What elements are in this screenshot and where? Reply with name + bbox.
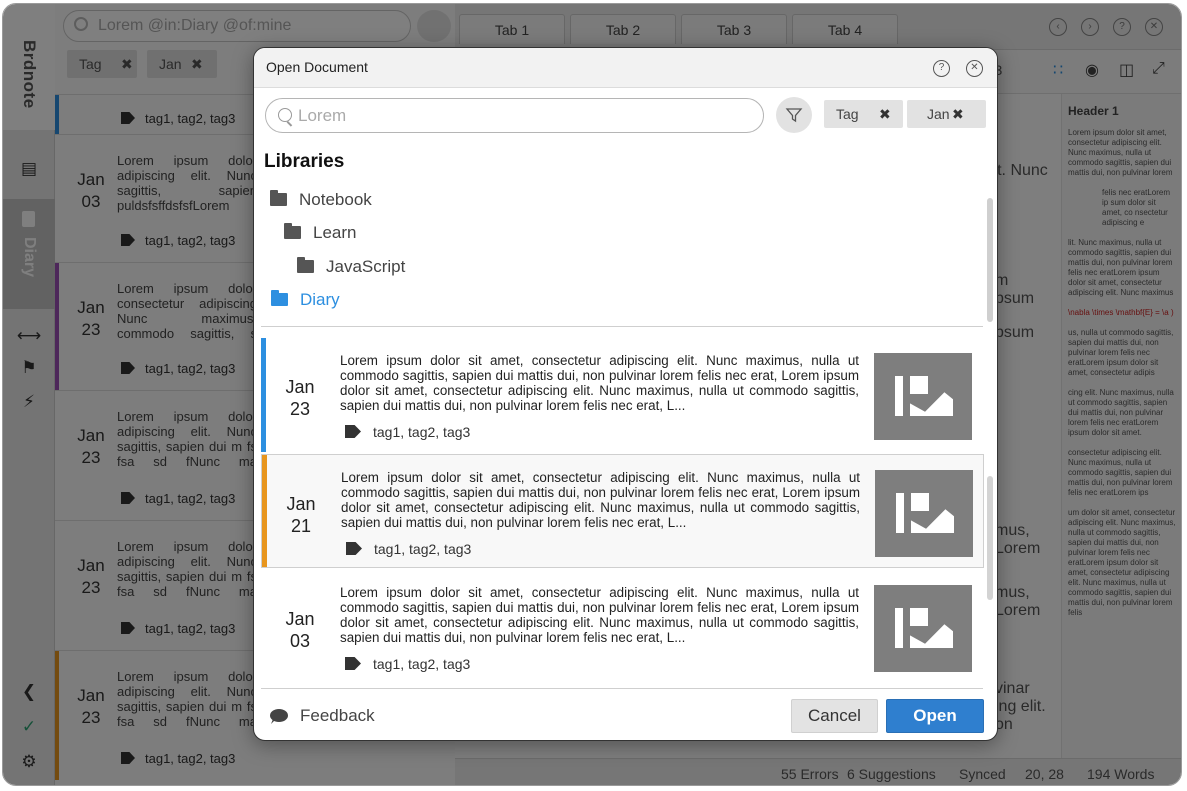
open-button[interactable]: Open — [886, 699, 984, 733]
tree-item-label: JavaScript — [326, 257, 406, 276]
document-list: Jan 23 Lorem ipsum dolor sit amet, consec… — [261, 338, 989, 688]
document-date: Jan 03 — [279, 608, 321, 652]
tree-item-diary[interactable]: Diary — [271, 290, 340, 310]
document-color-bar — [261, 338, 266, 452]
folder-icon — [271, 290, 288, 306]
filter-chip-tag[interactable]: Tag ✖ — [824, 100, 903, 128]
tree-item-label: Diary — [300, 290, 340, 309]
dialog-title: Open Document — [266, 59, 368, 75]
document-tags-text: tag1, tag2, tag3 — [373, 424, 471, 440]
library-scrollbar[interactable] — [987, 198, 993, 322]
chip-label: Tag — [836, 106, 859, 122]
feedback-label: Feedback — [300, 706, 375, 725]
document-tags: tag1, tag2, tag3 — [346, 541, 471, 557]
tag-icon — [346, 542, 362, 555]
filter-button[interactable] — [776, 97, 812, 133]
image-placeholder-icon — [874, 585, 972, 672]
document-day: 21 — [290, 516, 312, 536]
open-document-dialog: Open Document ? ✕ Tag ✖ Jan ✖ Libraries … — [253, 47, 998, 741]
document-month: Jan — [285, 609, 315, 629]
document-search-input[interactable] — [298, 105, 738, 127]
chip-remove-icon[interactable]: ✖ — [952, 100, 964, 128]
dialog-header: Open Document ? ✕ — [254, 48, 997, 88]
folder-icon — [297, 257, 314, 273]
document-search-field — [265, 98, 764, 133]
document-excerpt: Lorem ipsum dolor sit amet, consectetur … — [340, 585, 859, 645]
document-item[interactable]: Jan 03 Lorem ipsum dolor sit amet, consec… — [261, 570, 984, 684]
tree-item-notebook[interactable]: Notebook — [270, 190, 372, 210]
document-month: Jan — [286, 494, 316, 514]
tree-item-javascript[interactable]: JavaScript — [297, 257, 405, 277]
document-date: Jan 23 — [279, 376, 321, 420]
chip-label: Jan — [927, 106, 950, 122]
tag-icon — [345, 657, 361, 670]
document-tags: tag1, tag2, tag3 — [345, 656, 470, 672]
document-tags-text: tag1, tag2, tag3 — [374, 541, 472, 557]
document-excerpt: Lorem ipsum dolor sit amet, consectetur … — [340, 353, 859, 413]
chip-remove-icon[interactable]: ✖ — [879, 100, 891, 128]
tree-item-label: Notebook — [299, 190, 372, 209]
cancel-button[interactable]: Cancel — [791, 699, 878, 733]
folder-icon — [270, 190, 287, 206]
document-list-scrollbar[interactable] — [987, 476, 993, 600]
document-tags: tag1, tag2, tag3 — [345, 424, 470, 440]
document-tags-text: tag1, tag2, tag3 — [373, 656, 471, 672]
image-placeholder-icon — [874, 353, 972, 440]
document-item-selected[interactable]: Jan 21 Lorem ipsum dolor sit amet, consec… — [261, 454, 984, 568]
divider — [261, 326, 983, 327]
document-day: 23 — [289, 399, 311, 419]
divider — [261, 688, 983, 689]
document-color-bar — [262, 455, 267, 567]
feedback-link[interactable]: Feedback — [270, 706, 375, 726]
tag-icon — [345, 425, 361, 438]
filter-icon — [785, 108, 803, 123]
document-day: 03 — [289, 631, 311, 651]
image-placeholder-icon — [875, 470, 973, 557]
tree-item-label: Learn — [313, 223, 357, 242]
document-date: Jan 21 — [280, 493, 322, 537]
document-excerpt: Lorem ipsum dolor sit amet, consectetur … — [341, 470, 860, 530]
libraries-heading: Libraries — [264, 151, 345, 172]
tree-item-learn[interactable]: Learn — [284, 223, 356, 243]
folder-icon — [284, 223, 301, 239]
document-month: Jan — [285, 377, 315, 397]
help-icon[interactable]: ? — [933, 60, 950, 77]
search-icon — [278, 108, 292, 122]
speech-bubble-icon — [270, 709, 288, 722]
filter-chip-jan[interactable]: Jan ✖ — [907, 100, 986, 128]
library-tree: Notebook Learn JavaScript Diary — [254, 182, 994, 326]
document-item[interactable]: Jan 23 Lorem ipsum dolor sit amet, consec… — [261, 338, 984, 452]
close-icon[interactable]: ✕ — [966, 60, 983, 77]
